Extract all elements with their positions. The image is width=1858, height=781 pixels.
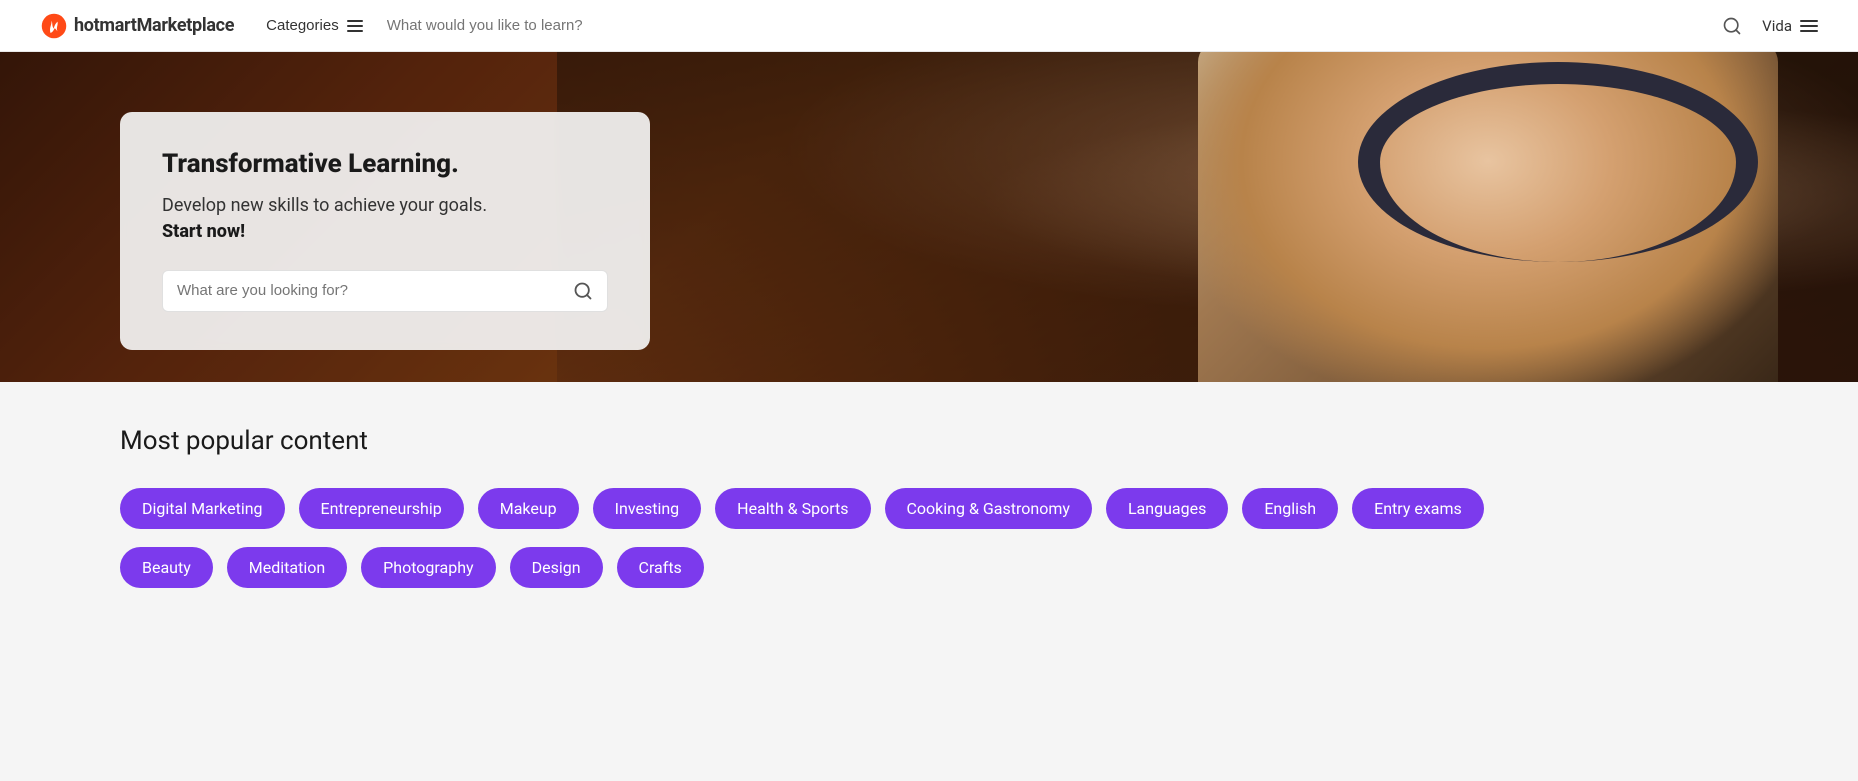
tag-meditation[interactable]: Meditation <box>227 547 347 588</box>
tag-entrepreneurship[interactable]: Entrepreneurship <box>299 488 464 529</box>
hamburger-icon <box>1800 20 1818 32</box>
tags-row-1: Digital Marketing Entrepreneurship Makeup I… <box>120 488 1738 529</box>
tag-english[interactable]: English <box>1242 488 1338 529</box>
hero-headphones-illustration <box>1358 62 1758 262</box>
hero-section: Transformative Learning. Develop new ski… <box>0 52 1858 382</box>
nav-user-name: Vida <box>1762 17 1792 35</box>
tag-investing[interactable]: Investing <box>593 488 702 529</box>
tag-languages[interactable]: Languages <box>1106 488 1228 529</box>
tag-photography[interactable]: Photography <box>361 547 495 588</box>
tag-cooking-gastronomy[interactable]: Cooking & Gastronomy <box>885 488 1092 529</box>
nav-search-bar <box>387 17 987 34</box>
hero-search-bar <box>162 270 608 312</box>
popular-section-title: Most popular content <box>120 426 1738 456</box>
categories-label: Categories <box>266 17 339 34</box>
categories-menu-icon <box>347 20 363 32</box>
hotmart-logo-icon <box>40 12 68 40</box>
tag-design[interactable]: Design <box>510 547 603 588</box>
hero-card: Transformative Learning. Develop new ski… <box>120 112 650 350</box>
logo-text: hotmartMarketplace <box>74 15 234 36</box>
nav-right-area: Vida <box>1722 16 1818 36</box>
tag-entry-exams[interactable]: Entry exams <box>1352 488 1484 529</box>
nav-search-input[interactable] <box>387 17 987 34</box>
tag-health-sports[interactable]: Health & Sports <box>715 488 870 529</box>
nav-search-icon[interactable] <box>1722 16 1742 36</box>
hero-search-input[interactable] <box>177 282 563 299</box>
nav-user-menu[interactable]: Vida <box>1762 17 1818 35</box>
hero-search-icon <box>573 281 593 301</box>
logo-area[interactable]: hotmartMarketplace <box>40 12 234 40</box>
navbar: hotmartMarketplace Categories Vida <box>0 0 1858 52</box>
tags-row-2: Beauty Meditation Photography Design Crafts <box>120 547 1738 588</box>
popular-content-section: Most popular content Digital Marketing En… <box>0 382 1858 666</box>
hero-search-button[interactable] <box>573 281 593 301</box>
categories-button[interactable]: Categories <box>266 9 363 42</box>
tag-beauty[interactable]: Beauty <box>120 547 213 588</box>
hero-subtitle-line1: Develop new skills to achieve your goals… <box>162 192 608 219</box>
tag-digital-marketing[interactable]: Digital Marketing <box>120 488 285 529</box>
tag-crafts[interactable]: Crafts <box>617 547 704 588</box>
tag-makeup[interactable]: Makeup <box>478 488 579 529</box>
hero-title: Transformative Learning. <box>162 148 608 182</box>
hero-subtitle-line2: Start now! <box>162 221 608 242</box>
